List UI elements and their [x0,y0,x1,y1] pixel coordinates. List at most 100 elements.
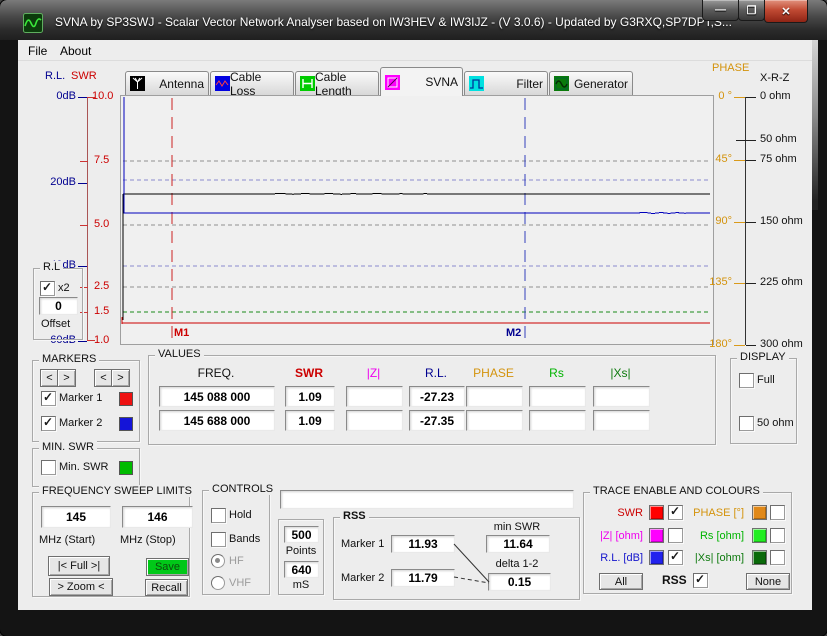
trace-z-swatch[interactable] [649,528,664,543]
menu-about[interactable]: About [56,43,95,59]
swr-tick-label: 10.0 [92,90,114,102]
hold-checkbox[interactable] [211,508,226,523]
trace-rs-checkbox[interactable] [770,528,785,543]
save-button[interactable]: Save [146,558,189,576]
display-full-checkbox[interactable] [739,373,754,388]
trace-xs-checkbox[interactable] [770,550,785,565]
swr-axis-header: SWR [71,70,97,82]
message-field[interactable] [280,490,574,509]
rl-axis-tick [78,183,87,184]
xs-value-m2 [593,410,650,431]
tab-cable-loss[interactable]: Cable Loss [210,70,294,98]
zoom-button[interactable]: > Zoom < [49,578,113,596]
trace-rs-swatch[interactable] [752,528,767,543]
rss-connector-lines [453,543,490,584]
ohm-axis-tick [736,140,756,141]
group-title: CONTROLS [209,483,277,495]
trace-phase-label: PHASE [°] [693,507,744,519]
min-swr-value: 11.64 [486,535,550,553]
ohm-axis-tick [746,97,756,98]
trace-rss-checkbox[interactable] [693,572,708,588]
swr-tick-label: 7.5 [94,154,110,166]
display-50ohm-checkbox[interactable] [739,416,754,431]
trace-swr-checkbox[interactable] [668,504,683,520]
ohm-axis-tick [746,345,756,346]
trace-rl-swatch[interactable] [649,550,664,565]
tab-label: Antenna [159,76,204,91]
values-header-xs: |Xs| [610,366,631,380]
trace-swr-swatch[interactable] [649,505,664,520]
menu-file[interactable]: File [24,43,51,59]
tab-svna[interactable]: SVNA [380,67,463,96]
ohm-tick-label: 300 ohm [760,338,803,350]
group-title: MIN. SWR [39,441,97,453]
trace-none-button[interactable]: None [746,573,790,590]
group-title: FREQUENCY SWEEP LIMITS [39,485,195,497]
maximize-icon: ❐ [746,4,757,17]
chart-canvas [121,97,711,342]
stop-freq-input[interactable]: 146 [122,506,193,528]
tab-label: Cable Length [315,69,352,98]
values-header-freq: FREQ. [197,366,235,380]
ohm-tick-label: 150 ohm [760,215,803,227]
rss-trace [123,192,710,195]
marker2-label: M2 [506,327,522,339]
swr-axis-tick [80,161,88,162]
marker1-checkbox[interactable] [41,390,56,406]
freq-value-m1: 145 088 000 [159,386,275,407]
min-swr-checkbox[interactable] [41,460,56,475]
tab-cable-length[interactable]: Cable Length [295,69,379,98]
phase-tick-label: 135° [709,276,732,288]
title-bar[interactable]: SVNA by SP3SWJ - Scalar Vector Network A… [0,0,827,40]
values-header-z: |Z| [366,366,381,380]
trace-rl-checkbox[interactable] [668,549,683,565]
tab-antenna[interactable]: Antenna [125,71,209,95]
trace-phase-checkbox[interactable] [770,505,785,520]
ms-value: 640 [284,561,319,578]
marker1-next-button[interactable]: > [57,369,76,387]
rl-axis-tick [78,266,87,267]
offset-input[interactable]: 0 [39,297,78,315]
trace-rss-label: RSS [662,573,687,587]
controls-group: CONTROLS Hold Bands HF VHF [202,483,277,595]
x2-checkbox[interactable] [40,280,55,296]
rl-value-m1: -27.23 [409,386,465,407]
values-header-rl: R.L. [424,366,447,380]
chart-plot-area[interactable]: M1 M2 [120,95,714,345]
hf-radio[interactable] [211,554,225,568]
rl-trace [123,97,711,215]
vhf-radio[interactable] [211,576,225,590]
delta-label: delta 1-2 [495,558,539,570]
values-header-phase: PHASE [473,366,514,380]
minimize-button[interactable]: — [702,0,739,21]
phase-axis-tick [734,283,745,284]
xs-value-m1 [593,386,650,407]
trace-all-button[interactable]: All [599,573,643,590]
menu-bar: File About [18,40,812,61]
start-freq-input[interactable]: 145 [41,506,111,528]
marker2-next-button[interactable]: > [111,369,130,387]
tab-generator[interactable]: Generator [549,71,633,95]
bands-checkbox[interactable] [211,532,226,547]
phase-tick-label: 0 ° [718,90,732,102]
marker2-checkbox[interactable] [41,415,56,431]
trace-xs-swatch[interactable] [752,550,767,565]
full-span-button[interactable]: |< Full >| [48,556,110,576]
marker1-color-swatch[interactable] [119,392,133,406]
trace-enable-group: TRACE ENABLE AND COLOURS SWR PHASE [°] |… [583,485,792,594]
rss-marker2-label: Marker 2 [341,572,385,584]
group-title: MARKERS [39,353,100,365]
maximize-button[interactable]: ❐ [738,0,765,21]
close-button[interactable]: ✕ [764,0,808,23]
recall-button[interactable]: Recall [145,579,188,596]
rss-marker1-label: Marker 1 [341,538,385,550]
phase-value-m1 [466,386,523,407]
marker2-color-swatch[interactable] [119,417,133,431]
close-icon: ✕ [781,5,791,18]
min-swr-color-swatch[interactable] [119,461,133,475]
trace-phase-swatch[interactable] [752,505,767,520]
trace-z-checkbox[interactable] [668,528,683,543]
points-value: 500 [284,526,319,543]
tab-filter[interactable]: Filter [464,71,548,95]
markers-group: MARKERS < > < > Marker 1 Marker 2 [32,353,140,442]
